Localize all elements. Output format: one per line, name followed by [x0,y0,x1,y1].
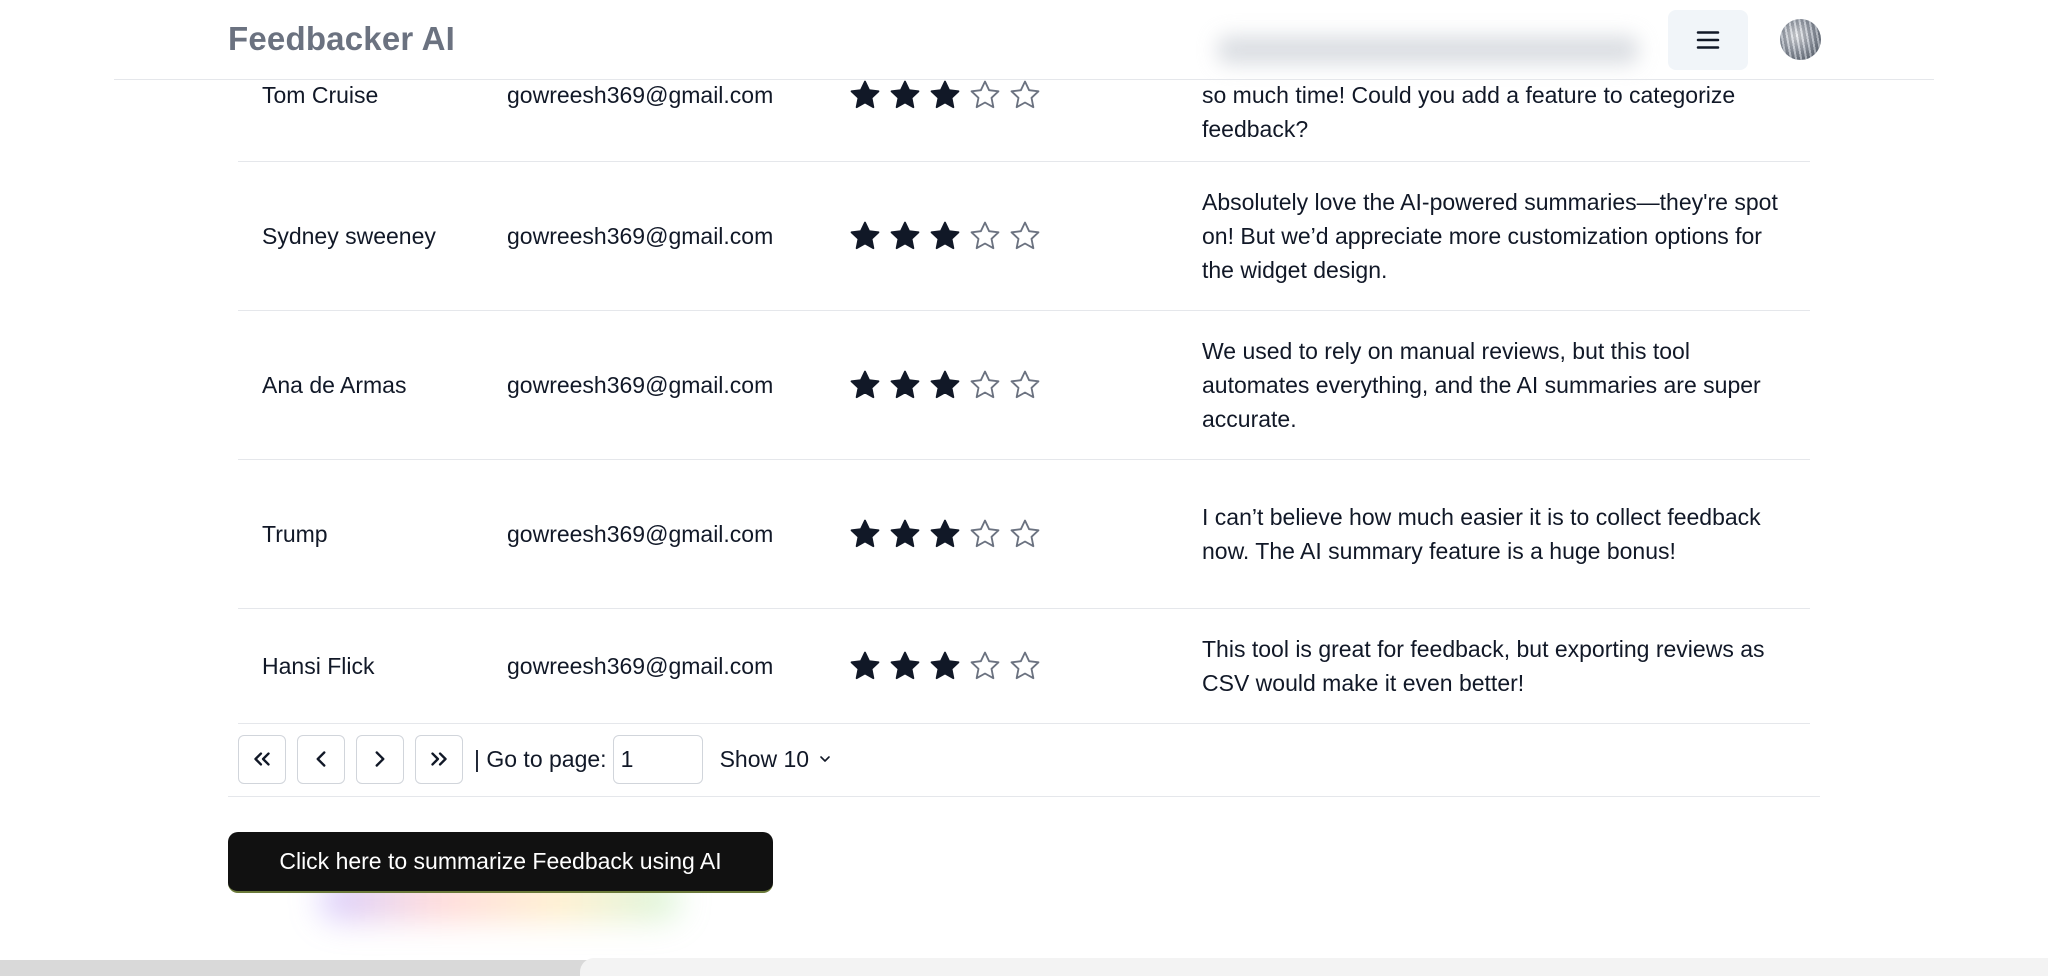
star-filled-icon [928,368,962,402]
star-filled-icon [848,517,882,551]
rating-stars [846,368,1202,402]
star-filled-icon [888,517,922,551]
rating-stars [846,649,1202,683]
chevron-right-icon [375,751,385,767]
summarize-feedback-button[interactable]: Click here to summarize Feedback using A… [228,832,773,893]
star-filled-icon [888,219,922,253]
app-header: Feedbacker AI [0,0,2048,80]
table-row: Trump gowreesh369@gmail.com I can’t beli… [238,460,1810,609]
star-filled-icon [928,78,962,112]
star-filled-icon [928,517,962,551]
next-page-button[interactable] [356,734,404,784]
cell-email: gowreesh369@gmail.com [507,653,774,679]
cell-comment: This tool is great for feedback, but exp… [1202,636,1765,696]
chevron-down-icon [820,756,830,762]
star-filled-icon [928,649,962,683]
first-page-button[interactable] [238,734,286,784]
brand-logo[interactable]: Feedbacker AI [228,20,455,58]
cell-name: Hansi Flick [262,653,375,679]
star-filled-icon [888,78,922,112]
star-empty-icon [1008,78,1042,112]
cell-comment: Absolutely love the AI-powered summaries… [1202,189,1778,283]
star-filled-icon [888,368,922,402]
star-empty-icon [968,219,1002,253]
cell-email: gowreesh369@gmail.com [507,223,774,249]
star-empty-icon [1008,368,1042,402]
star-filled-icon [848,78,882,112]
table-row: Hansi Flick gowreesh369@gmail.com This t… [238,609,1810,724]
goto-page-label: | Go to page: [474,745,607,772]
star-filled-icon [888,649,922,683]
window-bottom-inner [580,958,2048,976]
page: Tom Cruise gowreesh369@gmail.com so much… [0,0,2048,976]
header-blur [1218,36,1638,64]
goto-page-input[interactable] [612,734,703,784]
page-size-label: Show 10 [719,745,810,772]
star-empty-icon [968,649,1002,683]
cell-comment: so much time! Could you add a feature to… [1202,82,1736,142]
cell-email: gowreesh369@gmail.com [507,82,774,108]
table-row: Sydney sweeney gowreesh369@gmail.com Abs… [238,162,1810,311]
feedback-table: Tom Cruise gowreesh369@gmail.com so much… [238,12,1810,724]
page-size-select[interactable]: Show 10 [720,746,834,773]
hamburger-icon [1696,31,1720,49]
cell-name: Trump [262,521,328,547]
star-empty-icon [968,368,1002,402]
previous-page-button[interactable] [297,734,345,784]
star-filled-icon [848,368,882,402]
cell-name: Sydney sweeney [262,223,436,249]
chevron-left-icon [316,751,326,767]
rating-stars [846,78,1202,112]
avatar[interactable] [1780,19,1821,60]
rating-stars [846,517,1202,551]
star-empty-icon [968,517,1002,551]
rating-stars [846,219,1202,253]
star-empty-icon [1008,649,1042,683]
menu-button[interactable] [1668,10,1748,70]
cell-name: Tom Cruise [262,82,379,108]
header-divider [114,79,1934,80]
star-empty-icon [1008,517,1042,551]
chevrons-left-icon [254,752,270,766]
pagination-bar: | Go to page: Show 10 [228,722,1820,797]
star-empty-icon [968,78,1002,112]
star-filled-icon [928,219,962,253]
cell-comment: I can’t believe how much easier it is to… [1202,504,1761,564]
star-filled-icon [848,649,882,683]
star-empty-icon [1008,219,1042,253]
star-filled-icon [848,219,882,253]
last-page-button[interactable] [415,734,463,784]
chevrons-right-icon [431,752,447,766]
cell-email: gowreesh369@gmail.com [507,521,774,547]
cell-email: gowreesh369@gmail.com [507,372,774,398]
cell-name: Ana de Armas [262,372,407,398]
cell-comment: We used to rely on manual reviews, but t… [1202,338,1761,432]
table-row: Ana de Armas gowreesh369@gmail.com We us… [238,311,1810,460]
